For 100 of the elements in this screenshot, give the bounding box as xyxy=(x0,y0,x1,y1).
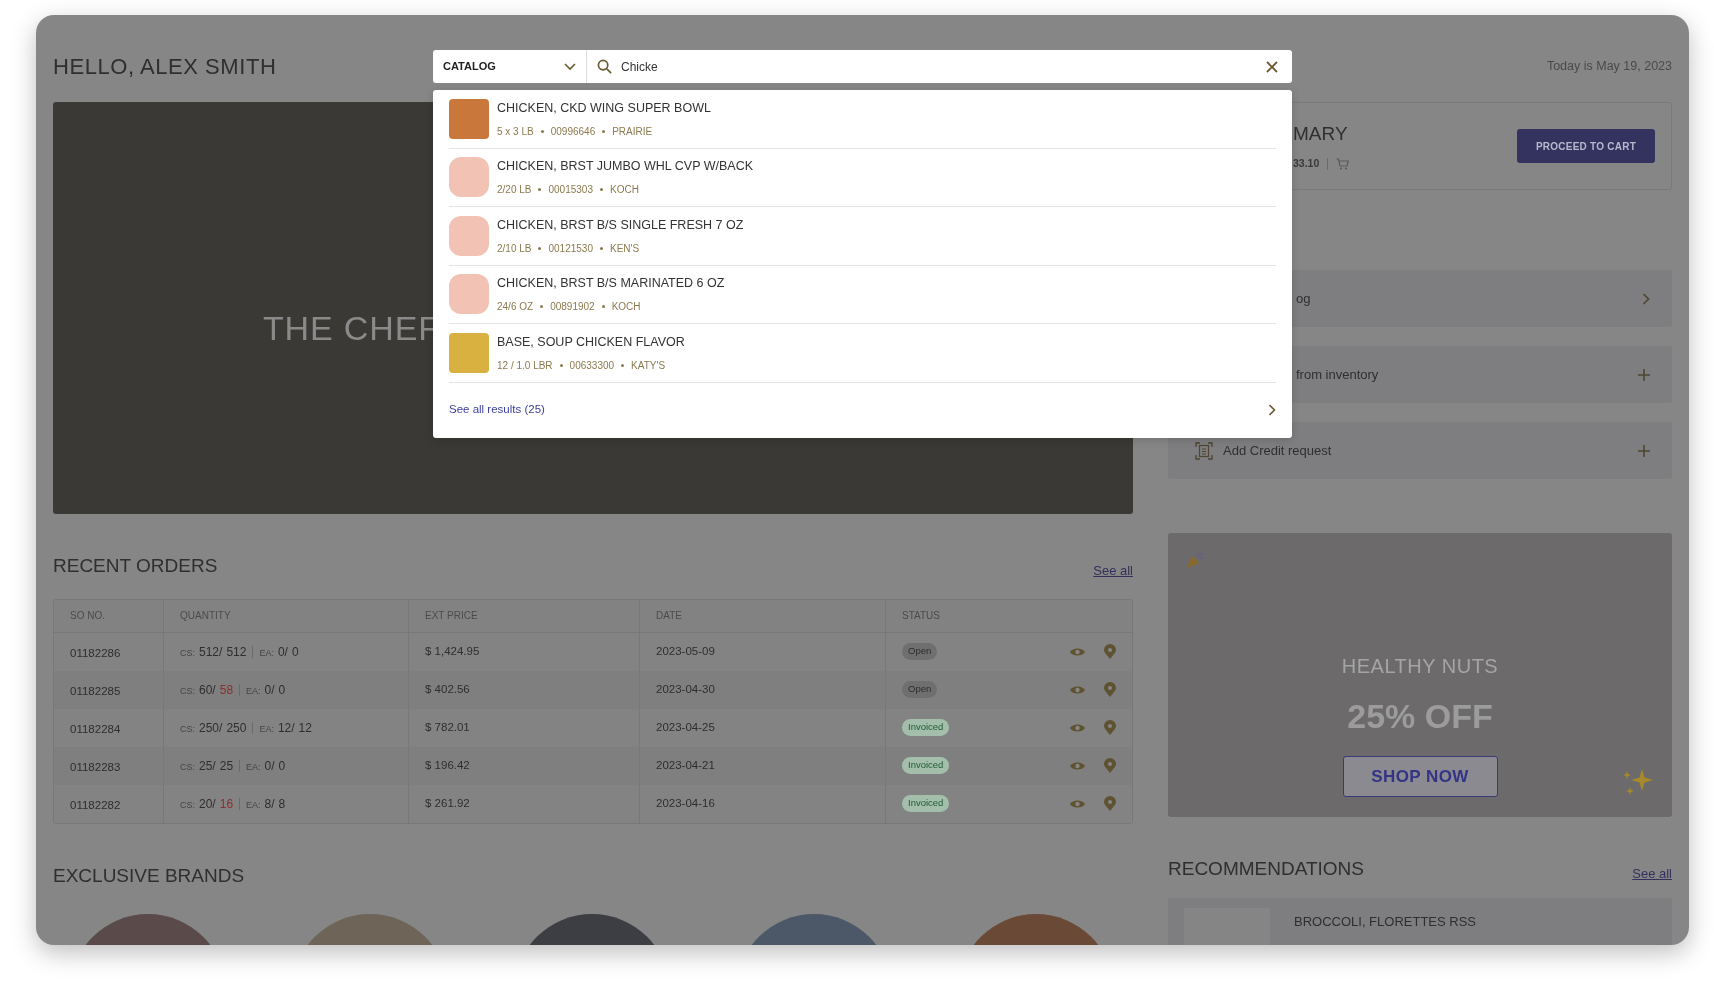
date-label: Today is May 19, 2023 xyxy=(1546,58,1672,76)
section-heading: EXCLUSIVE BRANDS xyxy=(53,863,246,888)
table-cell-text: $ 196.42 xyxy=(425,757,470,773)
search-icon xyxy=(597,59,612,74)
ordered-quantity: 20/ xyxy=(199,795,216,813)
product-code: 00633300 xyxy=(569,358,615,373)
product-photo xyxy=(449,215,489,256)
ordered-quantity: 0/ xyxy=(277,643,288,661)
location-pin-icon[interactable] xyxy=(1104,644,1116,659)
received-quantity: 8 xyxy=(278,795,286,813)
product-code: 00891902 xyxy=(550,300,595,315)
location-pin-icon[interactable] xyxy=(1104,758,1116,773)
pack-size: 24/6 OZ xyxy=(497,300,534,315)
product-photo xyxy=(449,332,489,373)
ordered-quantity: 512/ xyxy=(199,643,223,661)
product-photo xyxy=(449,157,489,198)
product-code: 00996646 xyxy=(550,124,596,139)
product-name: BROCCOLI, FLORETTES RSS xyxy=(1294,912,1477,931)
search-result-item[interactable]: CHICKEN, BRST B/S SINGLE FRESH 7 OZ 2/10 LB 00121530 KEN'S xyxy=(449,207,1276,266)
table-cell-text: $ 402.56 xyxy=(425,681,470,697)
pack-size: 12 / 1.0 LBR xyxy=(497,358,553,373)
pack-size: 5 x 3 LB xyxy=(497,124,534,139)
plus-icon xyxy=(1638,444,1650,457)
close-icon[interactable] xyxy=(1266,60,1278,73)
ordered-quantity: 25/ xyxy=(199,757,216,775)
table-cell-text: $ 782.01 xyxy=(425,719,470,735)
table-cell: 01182282 xyxy=(70,798,121,811)
search-result-item[interactable]: CHICKEN, CKD WING SUPER BOWL 5 x 3 LB 00996646 PRAIRIE xyxy=(449,90,1276,149)
location-pin-icon[interactable] xyxy=(1104,682,1116,697)
search-result-item[interactable]: CHICKEN, BRST JUMBO WHL CVP W/BACK 2/20 LB 00015303 KOCH xyxy=(449,148,1276,207)
status-badge: Open xyxy=(902,681,938,698)
table-cell: 01182286 xyxy=(70,646,121,659)
search-result-item[interactable]: CHICKEN, BRST B/S MARINATED 6 OZ 24/6 OZ 00891902 KOCH xyxy=(449,265,1276,324)
product-code: 00015303 xyxy=(548,183,593,198)
section-heading: RECOMMENDATIONS xyxy=(1168,857,1364,881)
plus-icon xyxy=(1638,368,1650,381)
table-cell-text: $ 1,424.95 xyxy=(425,643,480,659)
party-popper-icon xyxy=(1186,551,1204,569)
received-quantity: 512 xyxy=(226,643,247,661)
brand-name: KATY'S xyxy=(631,358,666,373)
search-input[interactable]: Chicke xyxy=(621,57,1266,76)
summary-title: MARY xyxy=(1293,121,1349,146)
receipt-icon xyxy=(1195,441,1213,460)
status-badge: Open xyxy=(902,643,938,660)
received-quantity: 25 xyxy=(219,757,234,775)
ordered-quantity: 8/ xyxy=(264,795,275,813)
scope-dropdown[interactable]: CATALOG xyxy=(433,50,587,83)
ordered-quantity: 0/ xyxy=(264,757,275,775)
see-all-results-link: See all results (25) xyxy=(449,402,545,418)
received-quantity: 12 xyxy=(298,719,312,737)
promo-subtitle: HEALTHY NUTS xyxy=(1341,654,1499,679)
received-quantity: 0 xyxy=(291,643,299,661)
brand-name: KOCH xyxy=(611,300,641,315)
search-bar[interactable]: CATALOG Chicke xyxy=(433,50,1292,83)
received-quantity: 58 xyxy=(219,681,234,699)
location-pin-icon[interactable] xyxy=(1104,720,1116,735)
brand-name: PRAIRIE xyxy=(612,124,653,139)
action-label: Add Credit request xyxy=(1223,441,1332,460)
received-quantity: 0 xyxy=(278,757,286,775)
hero-title: THE CHEF xyxy=(263,307,440,349)
cart-total: 33.10 xyxy=(1293,156,1320,172)
chevron-down-icon xyxy=(564,62,576,71)
table-cell: 01182283 xyxy=(70,760,121,773)
action-label: og xyxy=(1296,289,1311,308)
eye-icon[interactable] xyxy=(1069,683,1086,696)
eye-icon[interactable] xyxy=(1069,759,1086,772)
table-cell-text: 2023-05-09 xyxy=(656,643,715,659)
received-quantity: 0 xyxy=(278,681,286,699)
unit-label: EA: xyxy=(246,798,261,812)
ordered-quantity: 60/ xyxy=(199,681,216,699)
brand-name: KOCH xyxy=(610,183,639,198)
eye-icon[interactable] xyxy=(1069,721,1086,734)
chevron-right-icon xyxy=(1642,292,1650,305)
table-cell-text: 2023-04-25 xyxy=(656,719,715,735)
product-photo xyxy=(449,274,489,315)
ordered-quantity: 250/ xyxy=(199,719,223,737)
greeting-heading: HELLO, ALEX SMITH xyxy=(53,53,278,81)
section-heading: RECENT ORDERS xyxy=(53,554,218,578)
pack-size: 2/20 LB xyxy=(497,183,532,198)
product-name: CHICKEN, BRST B/S SINGLE FRESH 7 OZ xyxy=(497,216,744,234)
action-label: from inventory xyxy=(1296,365,1379,384)
search-result-item[interactable]: BASE, SOUP CHICKEN FLAVOR 12 / 1.0 LBR 00633300 KATY'S xyxy=(449,324,1276,383)
location-pin-icon[interactable] xyxy=(1104,796,1116,811)
chevron-right-icon xyxy=(1268,404,1276,416)
status-badge: Invoiced xyxy=(902,795,950,812)
status-badge: Invoiced xyxy=(902,757,950,774)
product-photo xyxy=(449,98,489,139)
product-name: CHICKEN, CKD WING SUPER BOWL xyxy=(497,99,711,117)
product-name: BASE, SOUP CHICKEN FLAVOR xyxy=(497,333,685,351)
table-cell-text: 2023-04-30 xyxy=(656,681,715,697)
proceed-to-cart-button[interactable]: PROCEED TO CART xyxy=(1517,129,1655,163)
eye-icon[interactable] xyxy=(1069,645,1086,658)
product-name: CHICKEN, BRST JUMBO WHL CVP W/BACK xyxy=(497,158,754,176)
cart-icon xyxy=(1336,158,1350,171)
pack-size: 2/10 LB xyxy=(497,241,532,256)
product-code: 00121530 xyxy=(548,241,593,256)
eye-icon[interactable] xyxy=(1069,797,1086,810)
ordered-quantity: 0/ xyxy=(264,681,275,699)
table-cell-text: $ 261.92 xyxy=(425,795,470,811)
brand-name: KEN'S xyxy=(610,241,640,256)
